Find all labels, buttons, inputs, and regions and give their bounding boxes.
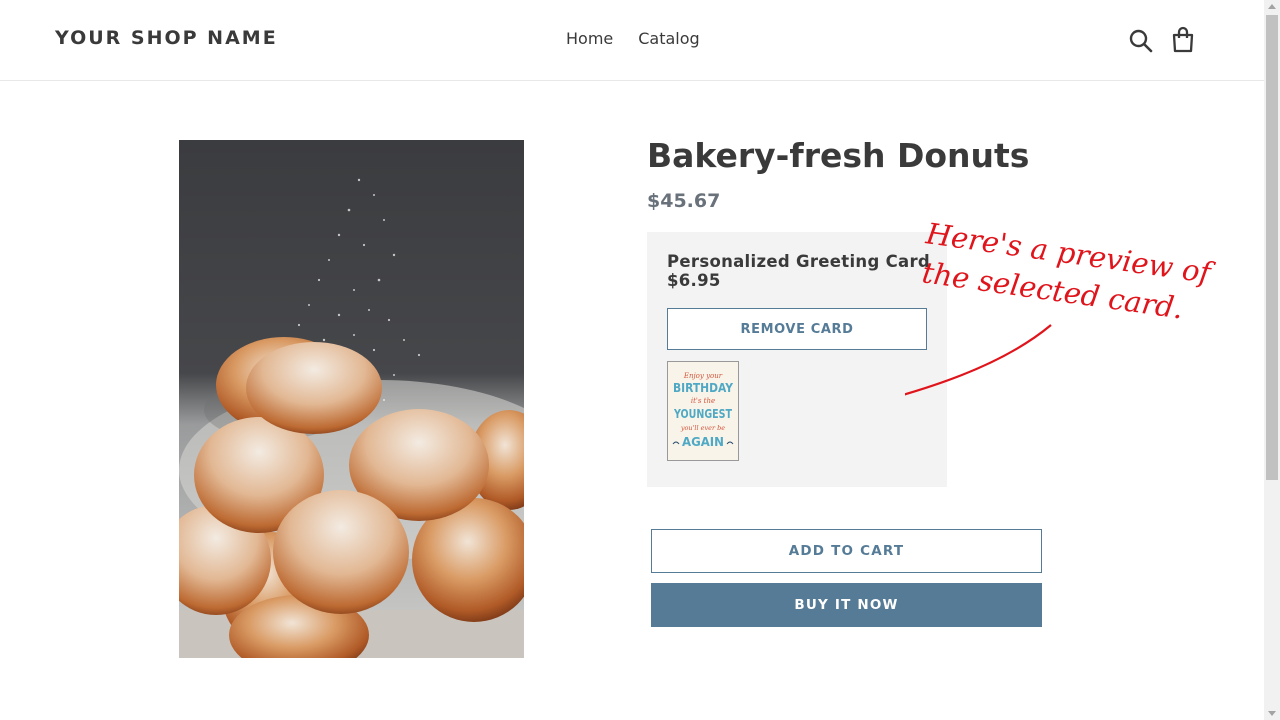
card-text-again: AGAIN [682, 435, 724, 449]
greeting-card-title: Personalized Greeting Card [667, 252, 931, 271]
card-text-enjoy: Enjoy your [683, 372, 723, 380]
greeting-card-panel: Personalized Greeting Card $6.95 REMOVE … [647, 232, 947, 487]
page-scrollbar[interactable] [1264, 0, 1280, 720]
product-image[interactable] [179, 140, 524, 658]
nav-home[interactable]: Home [566, 29, 613, 48]
scroll-up-arrow-icon[interactable] [1268, 4, 1276, 9]
main-nav: Home Catalog [566, 29, 700, 48]
scrollbar-thumb[interactable] [1266, 15, 1278, 480]
search-icon[interactable] [1128, 28, 1154, 54]
card-text-youll-ever-be: you'll ever be [680, 424, 725, 432]
greeting-card-preview[interactable]: Enjoy your BIRTHDAY it's the YOUNGEST yo… [667, 361, 739, 461]
annotation-line-1: Here's a preview of [923, 216, 1218, 290]
add-to-cart-button[interactable]: ADD TO CART [651, 529, 1042, 573]
card-text-its-the: it's the [691, 397, 715, 405]
remove-card-button[interactable]: REMOVE CARD [667, 308, 927, 350]
nav-catalog[interactable]: Catalog [638, 29, 699, 48]
buy-it-now-button[interactable]: BUY IT NOW [651, 583, 1042, 627]
shop-logo[interactable]: YOUR SHOP NAME [55, 27, 278, 49]
scroll-down-arrow-icon[interactable] [1268, 711, 1276, 716]
annotation-line-2: the selected card. [920, 255, 1185, 325]
greeting-card-price: $6.95 [667, 271, 721, 290]
card-text-youngest: YOUNGEST [673, 407, 732, 421]
site-header: YOUR SHOP NAME Home Catalog [0, 0, 1264, 81]
annotation-overlay: Here's a preview of the selected card. [753, 205, 1255, 435]
cart-icon[interactable] [1171, 26, 1197, 53]
product-price: $45.67 [647, 190, 721, 212]
product-title: Bakery-fresh Donuts [647, 136, 1030, 175]
card-text-birthday: BIRTHDAY [673, 381, 733, 395]
